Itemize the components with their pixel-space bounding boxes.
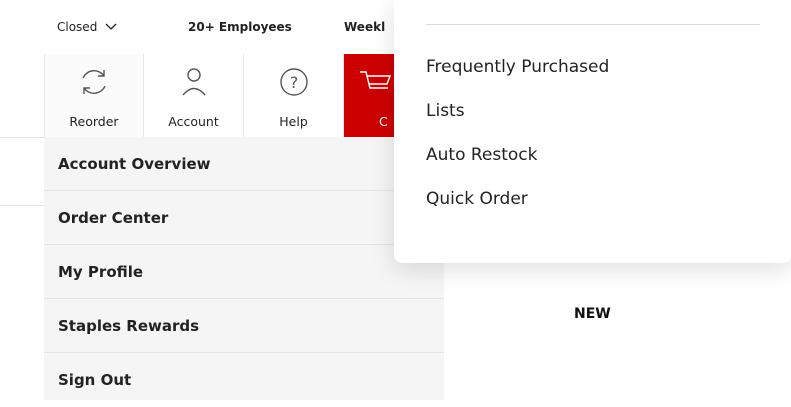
help-label: Help xyxy=(279,114,308,129)
employees-link[interactable]: 20+ Employees xyxy=(188,20,292,34)
divider xyxy=(0,137,44,138)
divider xyxy=(426,24,760,25)
menu-item-label: Sign Out xyxy=(58,371,132,389)
reorder-dropdown-panel: Frequently Purchased Lists Auto Restock … xyxy=(394,0,791,263)
new-badge: NEW xyxy=(574,306,611,322)
reorder-button[interactable]: Reorder xyxy=(44,54,144,140)
account-button[interactable]: Account xyxy=(144,54,244,140)
menu-item-label: My Profile xyxy=(58,263,144,281)
quick-order-link[interactable]: Quick Order xyxy=(426,189,528,209)
staples-rewards-link[interactable]: Staples Rewards xyxy=(44,299,444,353)
account-menu: Account Overview Order Center My Profile… xyxy=(44,137,444,400)
account-overview-link[interactable]: Account Overview xyxy=(44,137,444,191)
store-status-dropdown[interactable]: Closed xyxy=(57,20,117,34)
order-center-link[interactable]: Order Center xyxy=(44,191,444,245)
menu-item-label: Order Center xyxy=(58,209,169,227)
my-profile-link[interactable]: My Profile xyxy=(44,245,444,299)
question-circle-icon: ? xyxy=(244,62,343,102)
menu-item-label: Account Overview xyxy=(58,155,211,173)
menu-item-label: Staples Rewards xyxy=(58,317,200,335)
refresh-icon xyxy=(45,62,143,102)
svg-text:?: ? xyxy=(289,73,298,92)
account-label: Account xyxy=(168,114,219,129)
person-icon xyxy=(144,62,243,102)
frequently-purchased-link[interactable]: Frequently Purchased xyxy=(426,57,609,77)
divider xyxy=(0,205,44,206)
help-button[interactable]: ? Help xyxy=(244,54,344,140)
store-status-label: Closed xyxy=(57,20,98,34)
lists-link[interactable]: Lists xyxy=(426,101,465,121)
weekly-link[interactable]: Weekl xyxy=(344,20,385,34)
reorder-label: Reorder xyxy=(69,114,119,129)
chevron-down-icon xyxy=(105,20,117,34)
sign-out-link[interactable]: Sign Out xyxy=(44,353,444,407)
auto-restock-link[interactable]: Auto Restock xyxy=(426,145,538,165)
